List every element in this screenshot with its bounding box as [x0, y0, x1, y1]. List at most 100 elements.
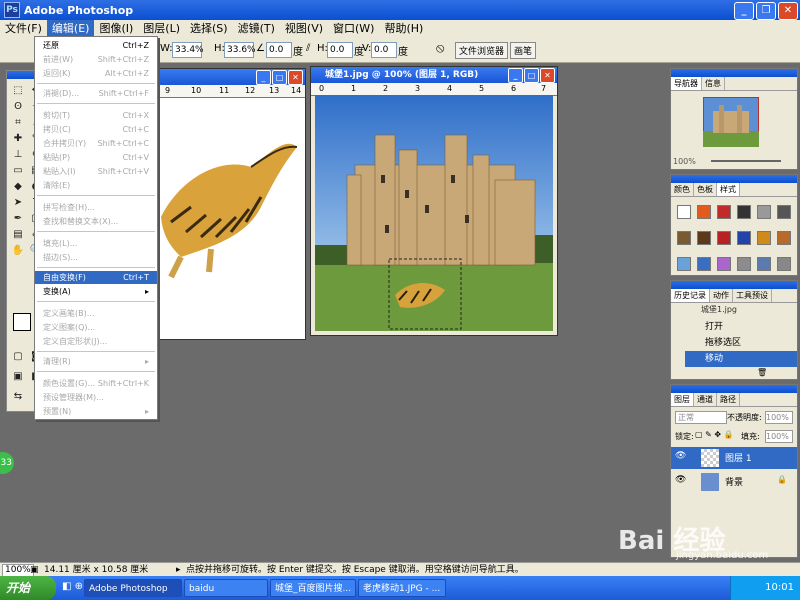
minimize-button[interactable]: _ [734, 2, 754, 20]
style-swatch[interactable] [777, 205, 791, 219]
menu-item-define-brush[interactable]: 定义画笔(B)... [35, 307, 157, 320]
lasso-tool-icon[interactable]: ʘ [11, 101, 25, 113]
menu-item-paste[interactable]: 粘贴(P) Ctrl+V [35, 151, 157, 164]
menu-item-copy[interactable]: 拷贝(C) Ctrl+C [35, 123, 157, 136]
style-swatch[interactable] [737, 257, 751, 271]
tab-color[interactable]: 颜色 [671, 183, 694, 196]
visibility-eye-icon[interactable]: 👁 [675, 451, 686, 461]
path-select-icon[interactable]: ➤ [11, 197, 25, 209]
stamp-tool-icon[interactable]: ⊥ [11, 149, 25, 161]
hskew-field[interactable]: 0.0 [327, 42, 353, 58]
style-swatch[interactable] [757, 257, 771, 271]
document-window-castle[interactable]: 城堡1.jpg @ 100% (图层 1, RGB) _ □ ✕ 0 1 2 3… [310, 66, 558, 336]
healing-brush-icon[interactable]: ✚ [11, 133, 25, 145]
tab-styles[interactable]: 样式 [717, 183, 740, 196]
menu-item-color-settings[interactable]: 颜色设置(G)... Shift+Ctrl+K [35, 377, 157, 390]
doc2-titlebar[interactable]: 城堡1.jpg @ 100% (图层 1, RGB) _ □ ✕ [311, 67, 557, 83]
tab-tool-presets[interactable]: 工具预设 [733, 289, 772, 302]
side-badge[interactable]: 33 [0, 452, 14, 474]
tab-layers[interactable]: 图层 [671, 393, 694, 406]
style-swatch[interactable] [777, 231, 791, 245]
tab-navigator[interactable]: 导航器 [671, 77, 702, 90]
notes-tool-icon[interactable]: ▤ [11, 229, 25, 241]
navigator-zoom-value[interactable]: 100% [673, 157, 696, 166]
tab-swatches[interactable]: 色板 [694, 183, 717, 196]
status-doc-size[interactable]: 14.11 厘米 x 10.58 厘米 [44, 563, 148, 577]
style-swatch[interactable] [777, 257, 791, 271]
background-layer-name[interactable]: 背景 [725, 475, 743, 488]
task-baidu[interactable]: baidu [184, 579, 268, 597]
style-swatch[interactable] [757, 231, 771, 245]
style-swatch[interactable] [677, 205, 691, 219]
doc2-minimize-button[interactable]: _ [508, 68, 523, 83]
style-swatch[interactable] [717, 205, 731, 219]
layer-row-background[interactable]: 👁 背景 🔒 [671, 471, 797, 493]
width-field[interactable]: 33.4% [172, 42, 204, 58]
history-item-move[interactable]: 移动 [685, 351, 797, 367]
cancel-transform-icon[interactable]: ⦸ [436, 41, 444, 56]
hand-tool-icon[interactable]: ✋ [11, 245, 25, 257]
history-delete-icon[interactable]: 🗑 [757, 368, 767, 377]
menu-item-clear[interactable]: 清除(E) [35, 179, 157, 192]
menu-item-step-forward[interactable]: 前进(W) Shift+Ctrl+Z [35, 53, 157, 66]
blur-tool-icon[interactable]: ◆ [11, 181, 25, 193]
doc1-minimize-button[interactable]: _ [256, 70, 271, 85]
menu-item-undo[interactable]: 还原 Ctrl+Z [35, 39, 157, 52]
tab-actions[interactable]: 动作 [710, 289, 733, 302]
menu-filter[interactable]: 滤镜(T) [233, 20, 280, 38]
style-swatch[interactable] [697, 257, 711, 271]
menu-item-stroke[interactable]: 描边(S)... [35, 251, 157, 264]
menu-window[interactable]: 窗口(W) [328, 20, 379, 38]
history-item-open[interactable]: 打开 [671, 319, 797, 335]
angle-field[interactable]: 0.0 [266, 42, 292, 58]
menu-item-define-custom-shape[interactable]: 定义自定形状(J)... [35, 335, 157, 348]
menu-item-step-backward[interactable]: 返回(K) Alt+Ctrl+Z [35, 67, 157, 80]
tab-info[interactable]: 信息 [702, 77, 725, 90]
fill-field[interactable]: 100% [765, 430, 793, 443]
menu-select[interactable]: 选择(S) [185, 20, 233, 38]
restore-button[interactable]: ❐ [756, 2, 776, 20]
marquee-tool-icon[interactable]: ⬚ [11, 85, 25, 97]
start-button[interactable]: 开始 [0, 576, 56, 600]
tab-paths[interactable]: 路径 [717, 393, 740, 406]
layer1-name[interactable]: 图层 1 [725, 451, 752, 464]
well-tab-brushes[interactable]: 画笔 [509, 42, 536, 59]
height-field[interactable]: 33.6% [224, 42, 256, 58]
visibility-eye-icon[interactable]: 👁 [675, 475, 686, 485]
close-button[interactable]: ✕ [778, 2, 798, 20]
style-swatch[interactable] [697, 205, 711, 219]
style-swatch[interactable] [717, 231, 731, 245]
menu-item-preset-manager[interactable]: 预设管理器(M)... [35, 391, 157, 404]
tab-channels[interactable]: 通道 [694, 393, 717, 406]
screen-mode-icon[interactable]: ▣ [11, 371, 25, 383]
crop-tool-icon[interactable]: ⌗ [11, 117, 25, 129]
tab-history[interactable]: 历史记录 [671, 289, 710, 302]
menu-help[interactable]: 帮助(H) [379, 20, 428, 38]
menu-item-preferences[interactable]: 预置(N) ▸ [35, 405, 157, 418]
doc1-maximize-button[interactable]: □ [272, 70, 287, 85]
menu-item-define-pattern[interactable]: 定义图案(Q)... [35, 321, 157, 334]
vskew-field[interactable]: 0.0 [371, 42, 397, 58]
well-tab-file-browser[interactable]: 文件浏览器 [454, 42, 508, 59]
menu-item-free-transform[interactable]: 自由变换(F) Ctrl+T [35, 271, 157, 284]
standard-mode-icon[interactable]: ▢ [11, 351, 25, 363]
doc1-close-button[interactable]: ✕ [288, 70, 303, 85]
jump-to-imageready-icon[interactable]: ⇆ [11, 391, 25, 403]
menu-item-fill[interactable]: 填充(L)... [35, 237, 157, 250]
history-snapshot[interactable]: 城堡1.jpg [671, 303, 797, 317]
pen-tool-icon[interactable]: ✒ [11, 213, 25, 225]
doc1-titlebar[interactable]: _ □ ✕ [151, 69, 305, 85]
doc2-maximize-button[interactable]: □ [524, 68, 539, 83]
style-swatch[interactable] [757, 205, 771, 219]
document-window-tiger[interactable]: _ □ ✕ 9 10 11 12 13 14 [150, 68, 306, 340]
task-photoshop[interactable]: Adobe Photoshop [84, 579, 182, 597]
menu-item-cut[interactable]: 剪切(T) Ctrl+X [35, 109, 157, 122]
style-swatch[interactable] [677, 257, 691, 271]
navigator-zoom-slider[interactable] [711, 160, 781, 162]
doc2-close-button[interactable]: ✕ [540, 68, 555, 83]
eraser-tool-icon[interactable]: ▭ [11, 165, 25, 177]
menu-item-find-replace[interactable]: 查找和替换文本(X)... [35, 215, 157, 228]
menu-item-paste-into[interactable]: 粘贴入(I) Shift+Ctrl+V [35, 165, 157, 178]
layer-row-layer1[interactable]: 👁 图层 1 [671, 447, 797, 469]
task-tiger-image[interactable]: 老虎移动1.JPG - ... [358, 579, 446, 597]
